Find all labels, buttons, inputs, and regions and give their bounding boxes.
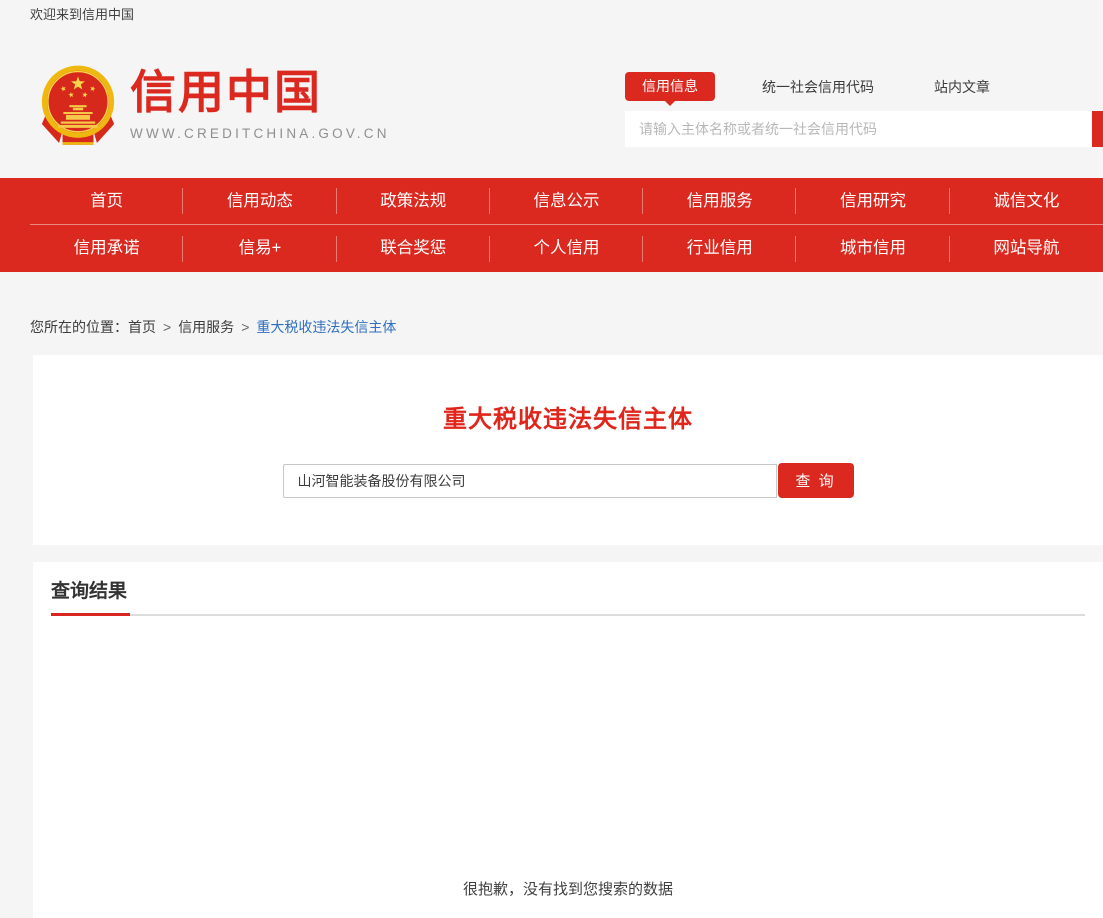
tab-credit-info[interactable]: 信用信息 [625,72,715,101]
query-card: 重大税收违法失信主体 查 询 [33,355,1103,545]
breadcrumb-current-page[interactable]: 重大税收违法失信主体 [256,319,396,335]
nav-item-industry-credit[interactable]: 行业信用 [643,225,796,272]
nav-item-credit-commitment[interactable]: 信用承诺 [30,225,183,272]
breadcrumb-home[interactable]: 首页 [128,319,156,335]
header: 信用中国 WWW.CREDITCHINA.GOV.CN 信用信息 统一社会信用代… [0,24,1103,178]
nav-row-2: 信用承诺 信易+ 联合奖惩 个人信用 行业信用 城市信用 网站导航 [0,225,1103,272]
breadcrumb-separator: > [234,319,256,335]
section-gap [0,545,1103,562]
results-header: 查询结果 [51,562,1085,616]
nav-item-policies[interactable]: 政策法规 [337,178,490,224]
nav-item-info-disclosure[interactable]: 信息公示 [490,178,643,224]
nav-item-credit-research[interactable]: 信用研究 [796,178,949,224]
query-search-button[interactable]: 查 询 [778,463,854,498]
breadcrumb: 您所在的位置：首页>信用服务>重大税收违法失信主体 [0,272,1103,355]
tab-site-articles[interactable]: 站内文章 [934,77,990,97]
nav-item-home[interactable]: 首页 [30,178,183,224]
topbar: 欢迎来到信用中国 [0,0,1103,24]
nav-item-credit-services[interactable]: 信用服务 [643,178,796,224]
nav-item-personal-credit[interactable]: 个人信用 [490,225,643,272]
header-search-bar [625,111,1103,147]
query-search-input[interactable] [283,464,777,498]
nav-item-joint-rewards-punishment[interactable]: 联合奖惩 [337,225,490,272]
site-title: 信用中国 [130,66,390,118]
breadcrumb-separator: > [156,319,178,335]
welcome-text: 欢迎来到信用中国 [30,7,134,22]
page-title: 重大税收违法失信主体 [33,355,1103,434]
logo-text: 信用中国 WWW.CREDITCHINA.GOV.CN [130,62,390,141]
site-logo[interactable]: 信用中国 WWW.CREDITCHINA.GOV.CN [35,62,390,150]
breadcrumb-credit-services[interactable]: 信用服务 [178,319,234,335]
main-nav: 首页 信用动态 政策法规 信息公示 信用服务 信用研究 诚信文化 信用承诺 信易… [0,178,1103,272]
results-heading: 查询结果 [51,576,130,616]
search-tabs: 信用信息 统一社会信用代码 站内文章 [625,72,1103,101]
empty-results-message: 很抱歉，没有找到您搜索的数据 [33,878,1103,899]
header-search-button[interactable] [1092,111,1103,147]
header-search-input[interactable] [625,111,1092,147]
query-search-bar: 查 询 [33,464,1103,498]
tab-unified-social-credit-code[interactable]: 统一社会信用代码 [762,77,874,97]
nav-row-1: 首页 信用动态 政策法规 信息公示 信用服务 信用研究 诚信文化 [0,178,1103,224]
national-emblem-icon [35,62,121,150]
nav-item-xinyi-plus[interactable]: 信易+ [183,225,336,272]
nav-item-city-credit[interactable]: 城市信用 [796,225,949,272]
results-card: 查询结果 很抱歉，没有找到您搜索的数据 [33,562,1103,918]
site-url: WWW.CREDITCHINA.GOV.CN [130,126,390,141]
header-search: 信用信息 统一社会信用代码 站内文章 [625,72,1103,147]
nav-item-credit-news[interactable]: 信用动态 [183,178,336,224]
nav-item-integrity-culture[interactable]: 诚信文化 [950,178,1103,224]
breadcrumb-prefix: 您所在的位置： [30,319,128,335]
nav-item-site-map[interactable]: 网站导航 [950,225,1103,272]
